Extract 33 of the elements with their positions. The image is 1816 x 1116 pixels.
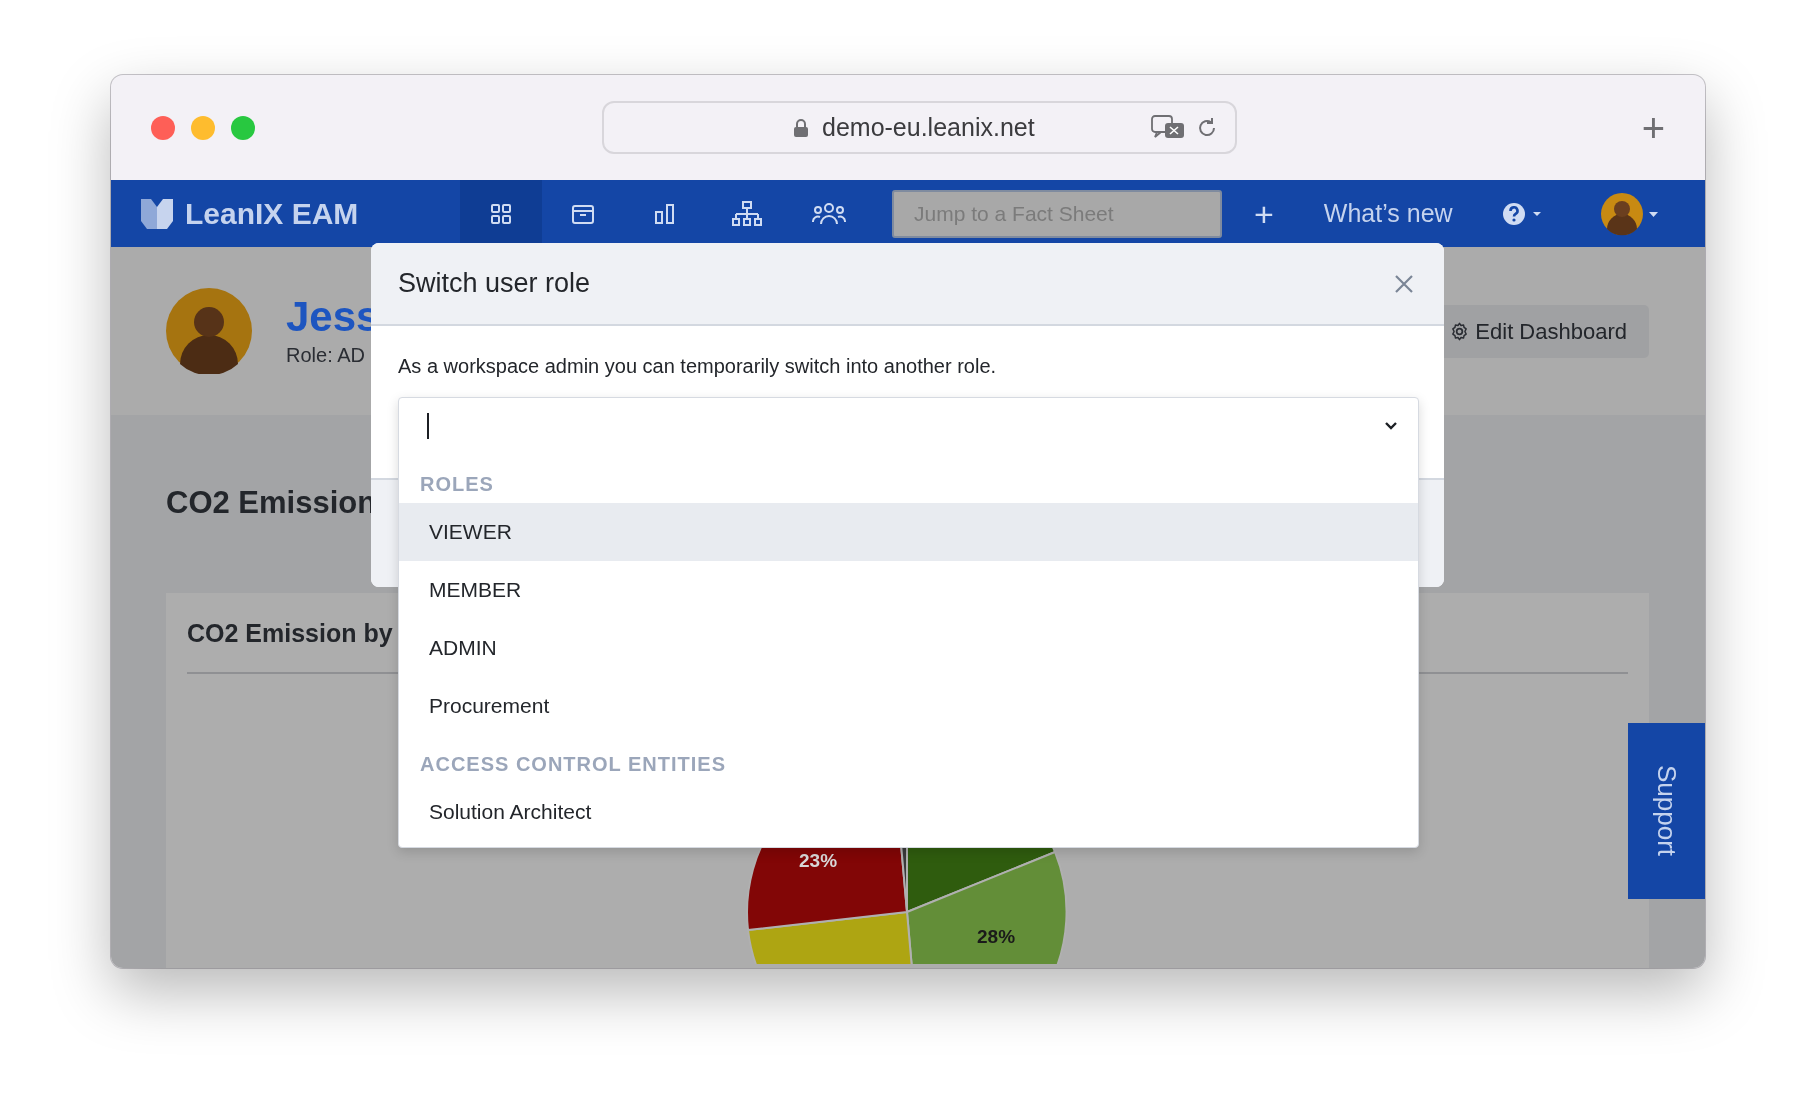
hierarchy-icon [732,200,762,227]
archive-box-icon [571,202,595,225]
support-tab[interactable]: Support [1628,723,1705,899]
bar-chart-icon [654,202,676,225]
lock-icon [794,118,808,137]
group-heading: ACCESS CONTROL ENTITIES [419,751,727,777]
close-icon[interactable] [1394,273,1414,294]
chevron-down-icon [1384,421,1398,431]
role-option[interactable]: ADMIN [399,619,1418,677]
gear-icon [1450,322,1470,341]
translate-icon[interactable] [1151,114,1185,141]
role-option[interactable]: VIEWER [399,503,1418,561]
close-window-button[interactable] [151,115,175,140]
brand-name: LeanIX EAM [185,196,359,231]
slice-label: 23% [799,850,838,872]
slice-label: 28% [977,926,1016,948]
role-option[interactable]: MEMBER [399,561,1418,619]
address-bar[interactable]: demo-eu.leanix.net [602,101,1237,154]
new-tab-button[interactable]: + [1641,107,1665,148]
dialog-title: Switch user role [398,268,591,299]
role-option[interactable]: Procurement [399,677,1418,735]
whats-new-link[interactable]: What’s new [1323,199,1453,228]
group-heading: ROLES [419,471,495,497]
grid-icon [490,202,512,225]
add-button[interactable]: + [1254,196,1274,231]
dialog-description: As a workspace admin you can temporarily switch into another role. [398,355,997,377]
people-icon [812,201,846,226]
role-option[interactable]: Solution Architect [399,783,1418,841]
user-menu-icon[interactable] [1600,191,1659,236]
section-title: CO2 Emission [166,485,378,521]
help-menu-icon[interactable] [1502,201,1543,226]
user-role: Role: AD [286,343,366,367]
logo-icon [141,198,173,229]
